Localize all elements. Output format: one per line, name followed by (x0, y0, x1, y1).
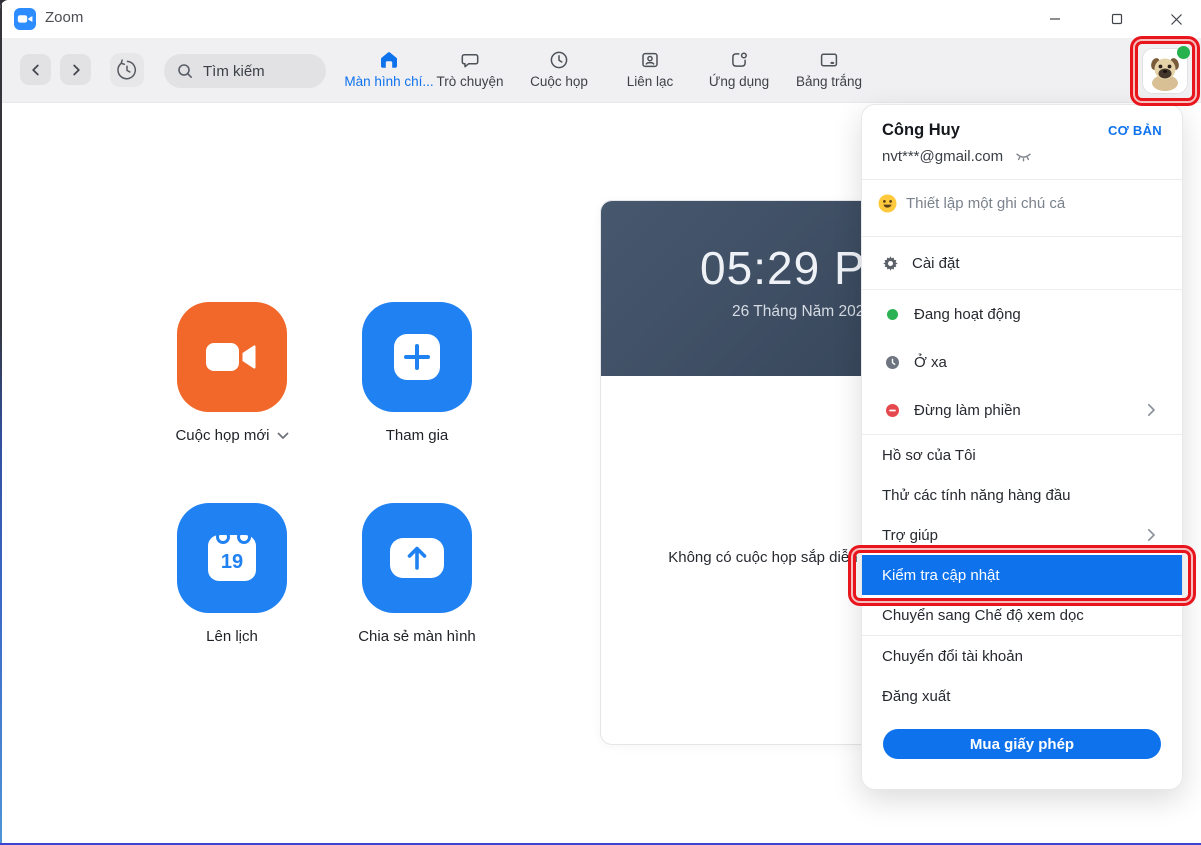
check-updates-label: Kiểm tra cập nhật (882, 566, 1000, 584)
switch-account-label: Chuyển đổi tài khoản (882, 647, 1023, 665)
chevron-down-icon[interactable] (277, 432, 289, 440)
tab-apps[interactable]: Ứng dụng (691, 47, 787, 97)
calendar-hook (216, 530, 230, 544)
close-button[interactable] (1153, 0, 1199, 38)
user-name: Công Huy (882, 120, 960, 139)
maximize-button[interactable] (1094, 0, 1140, 38)
contact-card-icon (639, 47, 661, 71)
home-icon (378, 47, 400, 71)
calendar-day: 19 (220, 551, 244, 573)
try-features-label: Thử các tính năng hàng đầu (882, 486, 1071, 504)
share-screen-label: Chia sẻ màn hình (358, 628, 476, 645)
status-dnd-label: Đừng làm phiền (914, 401, 1021, 419)
status-option-active[interactable]: Đang hoạt động (862, 290, 1182, 338)
chevron-right-icon (1147, 528, 1156, 542)
chevron-left-icon (31, 64, 39, 75)
status-option-away[interactable]: Ở xa (862, 338, 1182, 386)
tab-contacts[interactable]: Liên lạc (602, 47, 698, 97)
menu-item-switch-account[interactable]: Chuyển đổi tài khoản (862, 636, 1182, 676)
tab-chat[interactable]: Trò chuyện (422, 47, 518, 97)
buy-license-label: Mua giấy phép (969, 735, 1075, 753)
menu-item-portrait-view[interactable]: Chuyển sang Chế độ xem dọc (862, 595, 1182, 635)
personal-note-item[interactable]: Thiết lập một ghi chú cá (862, 186, 1182, 220)
status-away-label: Ở xa (914, 353, 947, 371)
menu-item-my-profile[interactable]: Hồ sơ của Tôi (862, 435, 1182, 475)
schedule-label: Lên lịch (206, 628, 258, 645)
join-label: Tham gia (385, 427, 449, 444)
presence-dot-green (1177, 46, 1190, 59)
chevron-right-icon (72, 64, 80, 75)
clock-icon (548, 47, 570, 71)
menu-item-help[interactable]: Trợ giúp (862, 515, 1182, 555)
tab-meetings[interactable]: Cuộc họp (511, 47, 607, 97)
minimize-button[interactable] (1032, 0, 1078, 38)
menu-item-sign-out[interactable]: Đăng xuất (862, 676, 1182, 716)
search-box[interactable] (164, 54, 326, 88)
forward-button[interactable] (60, 54, 91, 85)
join-meeting-button[interactable]: Tham gia (317, 302, 517, 444)
away-clock-icon (884, 355, 901, 369)
smiley-icon (878, 194, 897, 212)
tab-whiteboard-label: Bảng trắng (795, 74, 863, 89)
sign-out-label: Đăng xuất (882, 687, 951, 705)
active-status-icon (884, 308, 901, 320)
desktop-edge-left (0, 0, 2, 845)
personal-note-label: Thiết lập một ghi chú cá (906, 194, 1066, 212)
title-bar: Zoom (0, 0, 1201, 38)
divider (862, 179, 1182, 180)
whiteboard-icon (818, 47, 840, 71)
tab-whiteboard[interactable]: Bảng trắng (781, 47, 877, 97)
schedule-button[interactable]: 19 Lên lịch (132, 503, 332, 645)
plan-badge[interactable]: CƠ BẢN (1108, 123, 1162, 138)
zoom-logo-icon (14, 8, 36, 30)
status-option-dnd[interactable]: Đừng làm phiền (862, 386, 1182, 434)
settings-label: Cài đặt (912, 254, 960, 272)
plus-icon (394, 334, 440, 380)
search-icon (178, 64, 192, 78)
profile-dropdown-menu: Công Huy CƠ BẢN nvt***@gmail.com Thiết l… (853, 104, 1191, 790)
menu-item-settings[interactable]: Cài đặt (862, 237, 1182, 289)
toolbar: Màn hình chí... Trò chuyện Cuộc họp Liên… (0, 38, 1201, 103)
calendar-icon: 19 (208, 530, 256, 581)
chat-bubble-icon (459, 47, 481, 71)
apps-icon (728, 47, 750, 71)
menu-item-check-updates[interactable]: Kiểm tra cập nhật (853, 550, 1191, 601)
chevron-right-icon (1147, 403, 1156, 417)
new-meeting-button[interactable]: Cuộc họp mới (132, 302, 332, 444)
buy-license-button[interactable]: Mua giấy phép (883, 729, 1161, 759)
tab-apps-label: Ứng dụng (708, 74, 770, 89)
tab-chat-label: Trò chuyện (436, 74, 504, 89)
zoom-app-window: Zoom Tìm kiếm Màn hình chí... Trò chuyện… (0, 0, 1201, 845)
menu-item-try-features[interactable]: Thử các tính năng hàng đầu (862, 475, 1182, 515)
status-active-label: Đang hoạt động (914, 305, 1021, 323)
new-meeting-label: Cuộc họp mới (175, 427, 270, 444)
do-not-disturb-icon (884, 403, 901, 417)
video-camera-icon (177, 302, 287, 412)
session-history-button[interactable] (110, 53, 144, 87)
help-label: Trợ giúp (882, 526, 938, 544)
eye-closed-icon[interactable] (1015, 151, 1032, 162)
calendar-hook (237, 530, 251, 544)
my-profile-label: Hồ sơ của Tôi (882, 446, 976, 464)
user-email: nvt***@gmail.com (882, 147, 1004, 165)
tab-home-label: Màn hình chí... (344, 74, 434, 89)
share-screen-button[interactable]: Chia sẻ màn hình (317, 503, 517, 645)
profile-avatar-button[interactable] (1135, 41, 1195, 101)
portrait-view-label: Chuyển sang Chế độ xem dọc (882, 606, 1084, 624)
search-input[interactable] (201, 61, 315, 81)
back-button[interactable] (20, 54, 51, 85)
arrow-up-icon (390, 538, 444, 578)
tab-contacts-label: Liên lạc (626, 74, 674, 89)
gear-icon (882, 255, 899, 272)
history-clock-icon (117, 59, 137, 80)
tab-meetings-label: Cuộc họp (530, 74, 588, 89)
window-title: Zoom (45, 9, 84, 26)
